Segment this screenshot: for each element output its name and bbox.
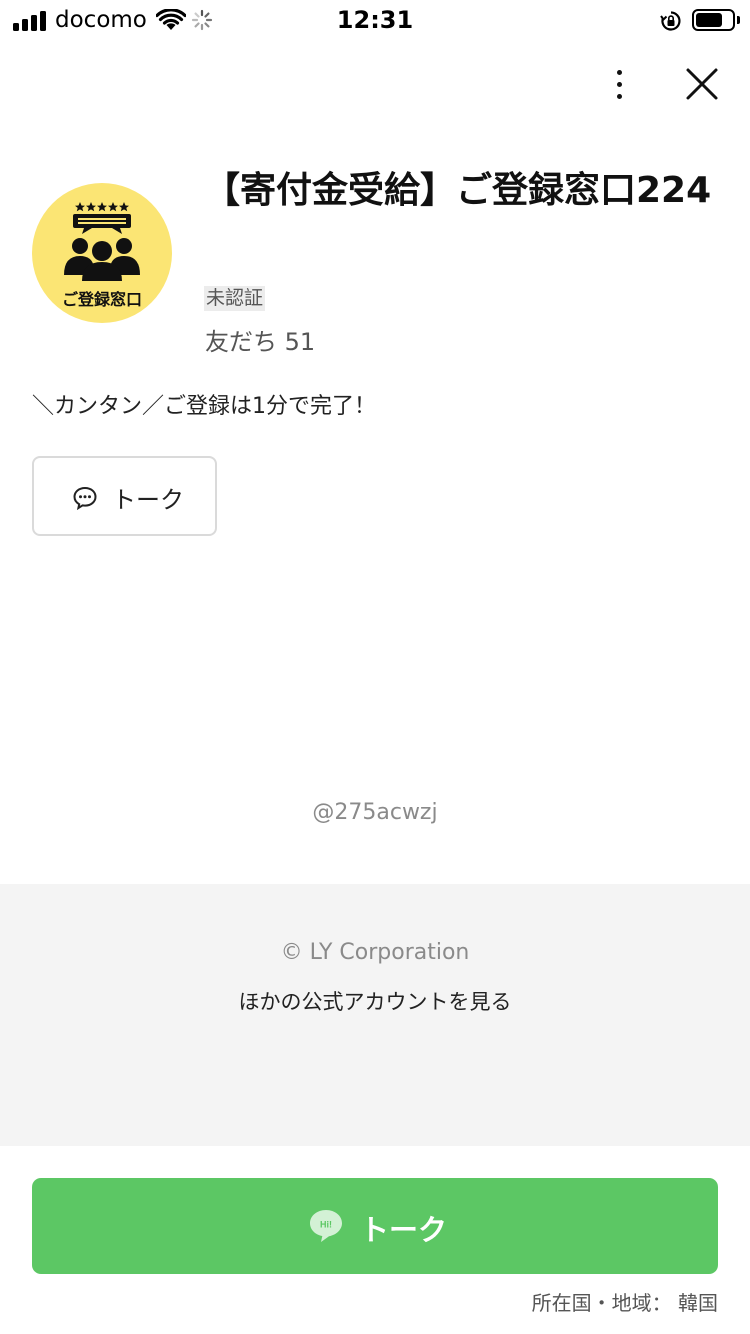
footer: © LY Corporation ほかの公式アカウントを見る xyxy=(0,884,750,1146)
unverified-badge: 未認証 xyxy=(204,286,266,311)
friends-count: 友だち 51 xyxy=(205,328,316,356)
profile-avatar[interactable]: ご登録窓口 xyxy=(32,183,172,323)
talk-button-label: トーク xyxy=(112,486,184,514)
copyright-text: © LY Corporation xyxy=(280,940,470,965)
location-text: 所在国・地域： 韓国 xyxy=(531,1291,718,1315)
talk-button[interactable]: トーク xyxy=(32,456,217,536)
main-talk-button-label: トーク xyxy=(360,1213,448,1247)
svg-text:Hi!: Hi! xyxy=(320,1220,332,1230)
account-id: @275acwzj xyxy=(312,800,438,825)
close-button[interactable] xyxy=(680,62,724,106)
chat-icon xyxy=(73,486,97,511)
main-talk-button[interactable]: Hi! トーク xyxy=(32,1178,718,1274)
account-name: 【寄付金受給】ご登録窓口224 xyxy=(204,170,712,211)
battery-icon xyxy=(692,9,740,31)
more-vertical-icon xyxy=(617,70,622,75)
status-time: 12:31 xyxy=(336,6,414,34)
close-icon xyxy=(686,68,718,100)
account-description: ＼カンタン／ご登録は1分で完了！ xyxy=(32,394,376,419)
status-bar: docomo 12:31 xyxy=(0,0,750,42)
rotation-lock-icon xyxy=(660,11,681,31)
line-bubble-icon: Hi! xyxy=(310,1210,342,1242)
more-options-button[interactable] xyxy=(598,64,642,104)
avatar-caption: ご登録窓口 xyxy=(61,290,142,309)
other-official-accounts-link[interactable]: ほかの公式アカウントを見る xyxy=(0,986,750,1016)
